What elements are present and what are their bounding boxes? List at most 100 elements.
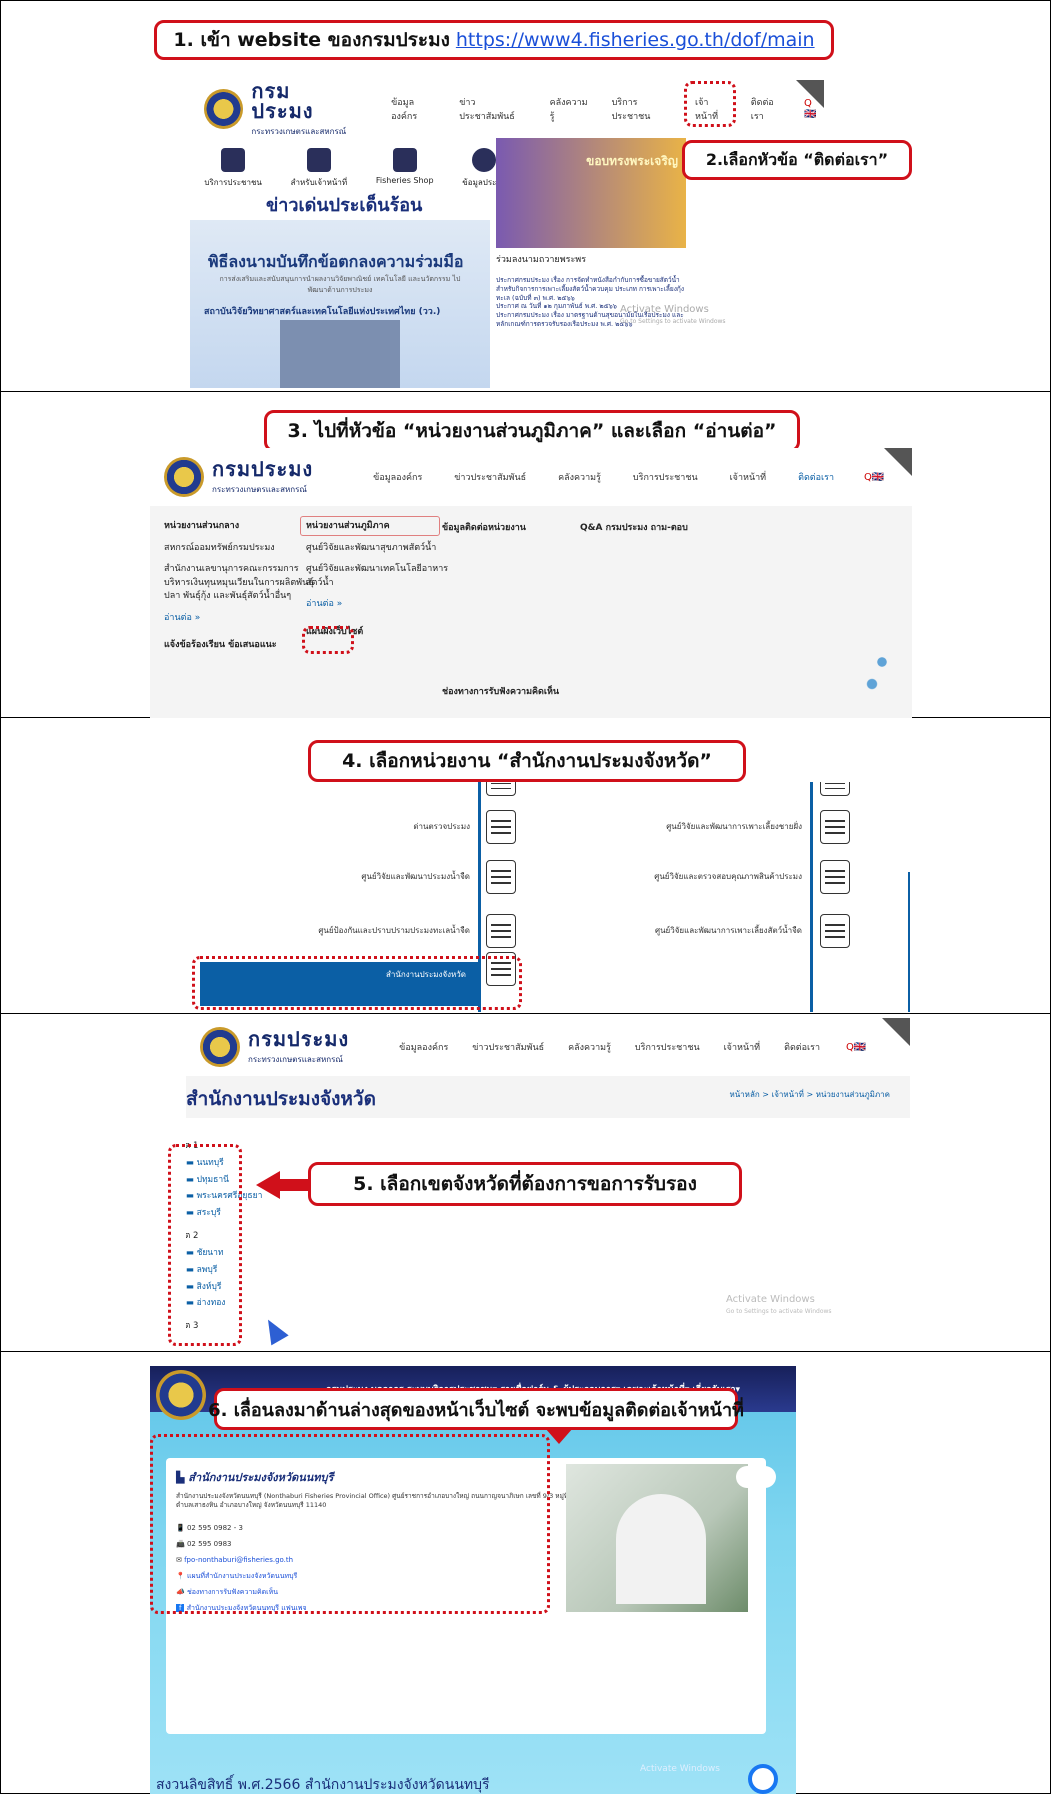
brand-name-3: กรมประมง: [248, 1027, 350, 1051]
nav-services[interactable]: บริการประชาชน: [612, 95, 675, 123]
step3-label: 3. ไปที่หัวข้อ “หน่วยงานส่วนภูมิภาค” และ…: [287, 420, 777, 442]
col1-item-2[interactable]: สำนักงานเลขานุการคณะกรรมการบริหารเงินทุน…: [164, 563, 314, 604]
step5-callout: 5. เลือกเขตจังหวัดที่ต้องการขอการรับรอง: [308, 1162, 742, 1206]
breadcrumb[interactable]: หน้าหลัก > เจ้าหน้าที่ > หน่วยงานส่วนภูม…: [729, 1088, 890, 1101]
office-item-coastal[interactable]: ศูนย์วิจัยและพัฒนาการเพาะเลี้ยงชายฝั่ง: [588, 820, 802, 833]
step1-label: 1. เข้า website ของกรมประมง: [173, 29, 450, 51]
col2-readmore[interactable]: อ่านต่อ »: [306, 598, 456, 612]
news-banner[interactable]: พิธีลงนามบันทึกข้อตกลงความร่วมมือ การส่ง…: [190, 220, 490, 388]
step1-callout: 1. เข้า website ของกรมประมง https://www4…: [154, 20, 834, 60]
nav-news-3[interactable]: ข่าวประชาสัมพันธ์: [472, 1040, 544, 1054]
col2-item-2[interactable]: ศูนย์วิจัยและพัฒนาเทคโนโลยีอาหารสัตว์น้ำ: [306, 563, 456, 590]
ceremony-photo: [280, 320, 400, 388]
office-item-prevention[interactable]: ศูนย์ป้องกันและปราบปรามประมงทะเลน้ำจืด: [248, 924, 470, 937]
service-staff[interactable]: สำหรับเจ้าหน้าที่: [291, 148, 347, 189]
nav-contact[interactable]: ติดต่อเรา: [751, 95, 786, 123]
step1-row: 1. เข้า website ของกรมประมง https://www4…: [0, 0, 1051, 392]
nav-staff-2[interactable]: เจ้าหน้าที่: [730, 470, 766, 484]
office-item-checkpoint[interactable]: ด่านตรวจประมง: [318, 820, 470, 833]
document-list-icon: [486, 860, 516, 894]
step2-callout: 2.เลือกหัวข้อ “ติดต่อเรา”: [682, 140, 912, 180]
col1-item-1[interactable]: สหกรณ์ออมทรัพย์กรมประมง: [164, 542, 314, 556]
nav-knowledge-2[interactable]: คลังความรู้: [558, 470, 601, 484]
col1-heading[interactable]: หน่วยงานส่วนกลาง: [164, 520, 314, 534]
office-item-freshwater[interactable]: ศูนย์วิจัยและพัฒนาประมงน้ำจืด: [268, 870, 470, 883]
document-list-icon: [820, 860, 850, 894]
service-shop[interactable]: Fisheries Shop: [376, 148, 434, 189]
royal-banner[interactable]: ขอบทรงพระเจริญ: [496, 138, 686, 248]
col2-heading[interactable]: หน่วยงานส่วนภูมิภาค: [306, 520, 456, 534]
step3-row: 3. ไปที่หัวข้อ “หน่วยงานส่วนภูมิภาค” และ…: [0, 392, 1051, 718]
royal-caption: ร่วมลงนามถวายพระพร: [496, 255, 587, 265]
nav-contact-3[interactable]: ติดต่อเรา: [784, 1040, 820, 1054]
banner-sub: การส่งเสริมและสนับสนุนการนำผลงานวิจัยพาณ…: [219, 275, 461, 294]
nav-staff-3[interactable]: เจ้าหน้าที่: [724, 1040, 760, 1054]
search-icon-2[interactable]: Q🇬🇧: [864, 472, 884, 483]
step4-label: 4. เลือกหน่วยงาน “สำนักงานประมงจังหวัด”: [342, 750, 712, 772]
banner-title: พิธีลงนามบันทึกข้อตกลงความร่วมมือ: [208, 252, 464, 271]
col1-readmore[interactable]: อ่านต่อ »: [164, 612, 314, 626]
nav-about[interactable]: ข้อมูลองค์กร: [391, 95, 439, 123]
copyright-footer: สงวนลิขสิทธิ์ พ.ศ.2566 สำนักงานประมงจังห…: [156, 1777, 490, 1793]
nav-news[interactable]: ข่าวประชาสัมพันธ์: [459, 95, 529, 123]
corner-toggle-icon[interactable]: [796, 80, 824, 108]
nav-about-3[interactable]: ข้อมูลองค์กร: [399, 1040, 448, 1054]
readmore-highlight: [302, 626, 354, 654]
news-item-1[interactable]: ประกาศกรมประมง เรื่อง การจัดทำหนังสือกำก…: [496, 276, 686, 302]
nav-contact-2[interactable]: ติดต่อเรา: [798, 470, 834, 484]
nav-knowledge[interactable]: คลังความรู้: [550, 95, 592, 123]
service-public[interactable]: บริการประชาชน: [204, 148, 262, 189]
office-item-aquaculture[interactable]: ศูนย์วิจัยและพัฒนาการเพาะเลี้ยงสัตว์น้ำจ…: [568, 924, 802, 937]
step6-row: กรมประมง บุคลากร ระบบบริการประชาชน▾ รายช…: [0, 1352, 1051, 1794]
col3-feedback[interactable]: ช่องทางการรับฟังความคิดเห็น: [442, 684, 559, 698]
office-item-quality[interactable]: ศูนย์วิจัยและตรวจสอบคุณภาพสินค้าประมง: [568, 870, 802, 883]
fisheries-url-link[interactable]: https://www4.fisheries.go.th/dof/main: [456, 29, 815, 51]
officer-icon: [306, 148, 331, 172]
activate-windows-1-sub: Go to Settings to activate Windows: [620, 318, 726, 325]
step5-label: 5. เลือกเขตจังหวัดที่ต้องการขอการรับรอง: [353, 1173, 697, 1195]
decorative-fish-graphic: [852, 596, 902, 706]
document-list-icon: [486, 782, 516, 796]
brand-name-2: กรมประมง: [212, 457, 314, 481]
contact-highlight: [684, 81, 736, 127]
activate-windows-5: Activate Windows: [640, 1764, 720, 1774]
corner-toggle-icon-2[interactable]: [884, 448, 912, 476]
dof-logo: [204, 89, 244, 129]
activate-windows-4: Activate Windows: [726, 1294, 815, 1305]
step2-label: 2.เลือกหัวข้อ “ติดต่อเรา”: [705, 149, 889, 169]
brand-sub: กระทรวงเกษตรและสหกรณ์: [251, 127, 347, 136]
red-arrow-head: [545, 1428, 573, 1444]
people-icon: [221, 148, 246, 172]
messenger-icon[interactable]: [748, 1764, 778, 1794]
step5-row: กรมประมงกระทรวงเกษตรและสหกรณ์ ข้อมูลองค์…: [0, 1014, 1051, 1352]
banner-bottom: สถาบันวิจัยวิทยาศาสตร์และเทคโนโลยีแห่งปร…: [204, 307, 441, 317]
step6-label: 6. เลื่อนลงมาด้านล่างสุดของหน้าเว็บไซต์ …: [208, 1399, 744, 1421]
nav-knowledge-3[interactable]: คลังความรู้: [568, 1040, 611, 1054]
activate-windows-1: Activate Windows: [620, 304, 709, 315]
province-list-highlight: [168, 1144, 242, 1346]
activate-windows-4-sub: Go to Settings to activate Windows: [726, 1308, 832, 1315]
nav-news-2[interactable]: ข่าวประชาสัมพันธ์: [454, 470, 526, 484]
col4-heading[interactable]: Q&A กรมประมง ถาม-ตอบ: [580, 520, 688, 534]
col3-heading[interactable]: ข้อมูลติดต่อหน่วยงาน: [442, 520, 592, 534]
step4-row: 4. เลือกหน่วยงาน “สำนักงานประมงจังหวัด” …: [0, 718, 1051, 1014]
brand-name: กรมประมง: [251, 80, 314, 123]
nav-about-2[interactable]: ข้อมูลองค์กร: [373, 470, 422, 484]
dof-logo-2: [164, 457, 204, 497]
province-logo: [156, 1370, 206, 1420]
nav-services-3[interactable]: บริการประชาชน: [635, 1040, 700, 1054]
page-title: สำนักงานประมงจังหวัด: [186, 1088, 376, 1110]
nav-services-2[interactable]: บริการประชาชน: [633, 470, 698, 484]
corner-toggle-icon-3[interactable]: [882, 1018, 910, 1046]
headline: ข่าวเด่นประเด็นร้อน: [266, 195, 423, 216]
info-icon: [471, 148, 496, 172]
col2-item-1[interactable]: ศูนย์วิจัยและพัฒนาสุขภาพสัตว์น้ำ: [306, 542, 456, 556]
scroll-pill[interactable]: [736, 1466, 776, 1488]
col1-complaint[interactable]: แจ้งข้อร้องเรียน ข้อเสนอแนะ: [164, 639, 314, 653]
search-icon-3[interactable]: Q🇬🇧: [846, 1042, 866, 1053]
document-list-icon: [820, 782, 850, 796]
red-arrow-shaft: [278, 1179, 308, 1191]
brand-sub-3: กระทรวงเกษตรและสหกรณ์: [248, 1055, 343, 1064]
page-header-bar: สำนักงานประมงจังหวัด หน้าหลัก > เจ้าหน้า…: [186, 1076, 910, 1118]
site-navbar-2: กรมประมง กระทรวงเกษตรและสหกรณ์ ข้อมูลองค์…: [150, 448, 912, 506]
